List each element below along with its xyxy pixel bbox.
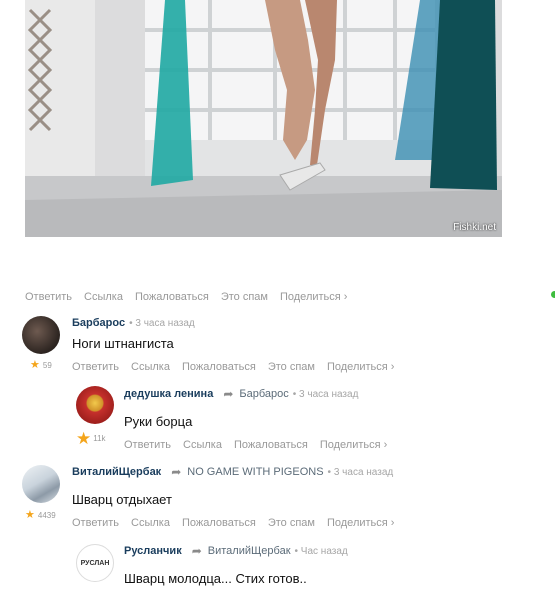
comment-author[interactable]: дедушка ленина bbox=[124, 388, 213, 400]
comment-time[interactable]: • Час назад bbox=[295, 546, 348, 557]
star-icon: ★ bbox=[76, 429, 92, 448]
reply-to-user[interactable]: Барбарос bbox=[239, 388, 288, 400]
permalink-link[interactable]: Ссылка bbox=[131, 517, 170, 529]
reply-arrow-icon: ➦ bbox=[171, 465, 182, 479]
report-link[interactable]: Пожаловаться bbox=[182, 361, 256, 373]
comment-header: дедушка ленина ➦ Барбарос • 3 часа назад bbox=[124, 387, 358, 401]
permalink-link[interactable]: Ссылка bbox=[131, 361, 170, 373]
photo-watermark: Fishki.net bbox=[453, 222, 496, 233]
user-rating: ★ 4439 bbox=[25, 509, 56, 521]
reply-arrow-icon: ➦ bbox=[223, 387, 234, 401]
reply-to-user[interactable]: ВиталийЩербак bbox=[208, 545, 291, 557]
comment-actions: Ответить Ссылка Пожаловаться Это спам По… bbox=[72, 361, 394, 373]
comment-time[interactable]: • 3 часа назад bbox=[129, 318, 195, 329]
comment-text: Руки борца bbox=[124, 414, 193, 429]
comment-header: Русланчик ➦ ВиталийЩербак • Час назад bbox=[124, 544, 348, 558]
share-link[interactable]: Поделиться › bbox=[327, 361, 394, 373]
permalink-link[interactable]: Ссылка bbox=[84, 291, 123, 303]
avatar-label: РУСЛАН bbox=[80, 559, 110, 567]
avatar[interactable]: РУСЛАН bbox=[76, 544, 114, 582]
reply-link[interactable]: Ответить bbox=[124, 439, 171, 451]
avatar[interactable] bbox=[76, 386, 114, 424]
share-link[interactable]: Поделиться › bbox=[320, 439, 387, 451]
report-link[interactable]: Пожаловаться bbox=[135, 291, 209, 303]
reply-arrow-icon: ➦ bbox=[191, 544, 202, 558]
user-rating: ★ 11k bbox=[76, 429, 106, 448]
comment-author[interactable]: Русланчик bbox=[124, 545, 182, 557]
comment-text: Шварц молодца... Стих готов.. bbox=[124, 571, 307, 586]
star-icon: ★ bbox=[30, 359, 40, 371]
comment-header: Барбарос • 3 часа назад bbox=[72, 317, 195, 329]
comment-time[interactable]: • 3 часа назад bbox=[328, 467, 394, 478]
spam-link[interactable]: Это спам bbox=[221, 291, 268, 303]
avatar[interactable] bbox=[22, 316, 60, 354]
online-status-dot bbox=[551, 291, 555, 298]
photo-illustration bbox=[25, 0, 502, 237]
post-photo: Fishki.net bbox=[25, 0, 502, 237]
share-link[interactable]: Поделиться › bbox=[327, 517, 394, 529]
star-icon: ★ bbox=[25, 509, 35, 521]
spam-link[interactable]: Это спам bbox=[268, 361, 315, 373]
user-rating: ★ 59 bbox=[30, 359, 52, 371]
permalink-link[interactable]: Ссылка bbox=[183, 439, 222, 451]
comment-text: Шварц отдыхает bbox=[72, 492, 172, 507]
comment-actions: Ответить Ссылка Пожаловаться Поделиться … bbox=[124, 439, 387, 451]
spam-link[interactable]: Это спам bbox=[268, 517, 315, 529]
reply-link[interactable]: Ответить bbox=[72, 517, 119, 529]
comment-time[interactable]: • 3 часа назад bbox=[293, 389, 359, 400]
report-link[interactable]: Пожаловаться bbox=[234, 439, 308, 451]
reply-link[interactable]: Ответить bbox=[72, 361, 119, 373]
report-link[interactable]: Пожаловаться bbox=[182, 517, 256, 529]
comment-author[interactable]: Барбарос bbox=[72, 317, 125, 329]
avatar[interactable] bbox=[22, 465, 60, 503]
comment-author[interactable]: ВиталийЩербак bbox=[72, 466, 161, 478]
comment-actions: Ответить Ссылка Пожаловаться Это спам По… bbox=[72, 517, 394, 529]
reply-to-user[interactable]: NO GAME WITH PIGEONS bbox=[187, 466, 323, 478]
comment-text: Ноги штнангиста bbox=[72, 336, 174, 351]
share-link[interactable]: Поделиться › bbox=[280, 291, 347, 303]
post-actions: Ответить Ссылка Пожаловаться Это спам По… bbox=[25, 291, 347, 303]
reply-link[interactable]: Ответить bbox=[25, 291, 72, 303]
comment-header: ВиталийЩербак ➦ NO GAME WITH PIGEONS • 3… bbox=[72, 465, 393, 479]
